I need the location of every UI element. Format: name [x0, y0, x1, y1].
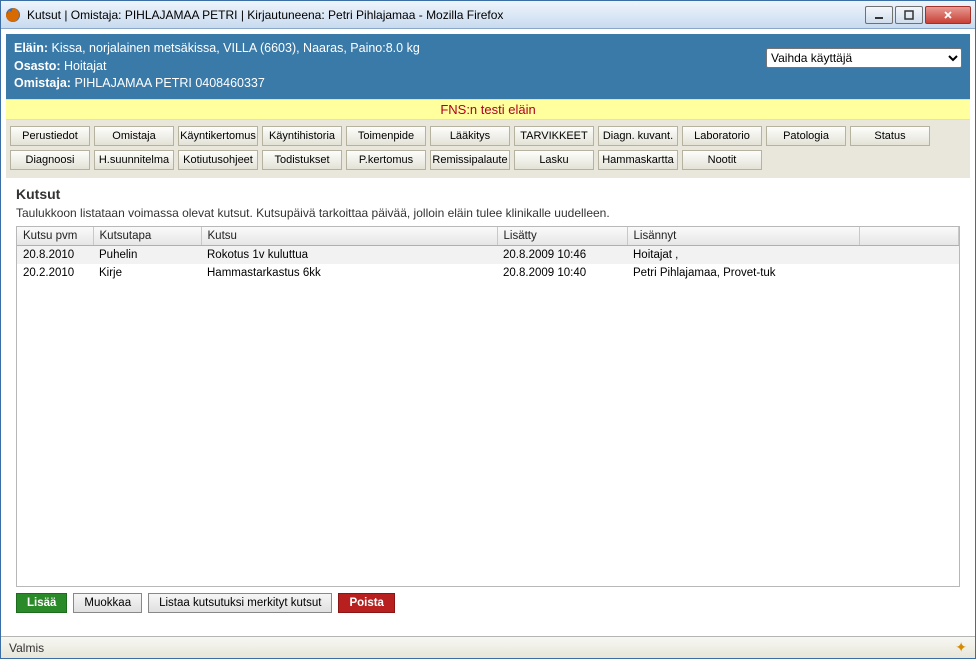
cell-kutsu: Rokotus 1v kuluttua: [201, 245, 497, 264]
nav-hsuunnitelma[interactable]: H.suunnitelma: [94, 150, 174, 170]
warning-banner: FNS:n testi eläin: [6, 99, 970, 120]
nav-row-2: Diagnoosi H.suunnitelma Kotiutusohjeet T…: [10, 150, 966, 170]
table-row[interactable]: 20.2.2010 Kirje Hammastarkastus 6kk 20.8…: [17, 264, 959, 282]
animal-value: Kissa, norjalainen metsäkissa, VILLA (66…: [52, 41, 420, 55]
page-title: Kutsut: [16, 186, 960, 202]
cell-tapa: Puhelin: [93, 245, 201, 264]
cell-pvm: 20.2.2010: [17, 264, 93, 282]
firefox-icon: [5, 7, 21, 23]
owner-value: PIHLAJAMAA PETRI 0408460337: [74, 76, 264, 90]
kutsut-table: Kutsu pvm Kutsutapa Kutsu Lisätty Lisänn…: [17, 227, 959, 282]
nav-tarvikkeet[interactable]: TARVIKKEET: [514, 126, 594, 146]
nav-area: Perustiedot Omistaja Käyntikertomus Käyn…: [6, 120, 970, 178]
dept-label: Osasto:: [14, 59, 61, 73]
cell-pvm: 20.8.2010: [17, 245, 93, 264]
nav-pkertomus[interactable]: P.kertomus: [346, 150, 426, 170]
status-text: Valmis: [9, 641, 44, 655]
user-switch: Vaihda käyttäjä: [766, 48, 962, 68]
animal-label: Eläin:: [14, 41, 48, 55]
col-kutsutapa[interactable]: Kutsutapa: [93, 227, 201, 246]
nav-todistukset[interactable]: Todistukset: [262, 150, 342, 170]
delete-button[interactable]: Poista: [338, 593, 395, 613]
nav-omistaja[interactable]: Omistaja: [94, 126, 174, 146]
cell-lisannyt: Petri Pihlajamaa, Provet-tuk: [627, 264, 859, 282]
col-lisatty[interactable]: Lisätty: [497, 227, 627, 246]
nav-kotiutusohjeet[interactable]: Kotiutusohjeet: [178, 150, 258, 170]
close-button[interactable]: [925, 6, 971, 24]
user-switch-select[interactable]: Vaihda käyttäjä: [766, 48, 962, 68]
titlebar: Kutsut | Omistaja: PIHLAJAMAA PETRI | Ki…: [1, 1, 975, 29]
nav-kayntihistoria[interactable]: Käyntihistoria: [262, 126, 342, 146]
content-area: Eläin: Kissa, norjalainen metsäkissa, VI…: [3, 31, 973, 634]
cell-lisatty: 20.8.2009 10:40: [497, 264, 627, 282]
maximize-button[interactable]: [895, 6, 923, 24]
col-empty[interactable]: [859, 227, 959, 246]
table-container: Kutsu pvm Kutsutapa Kutsu Lisätty Lisänn…: [16, 226, 960, 588]
col-kutsu[interactable]: Kutsu: [201, 227, 497, 246]
nav-diagn-kuvant[interactable]: Diagn. kuvant.: [598, 126, 678, 146]
star-icon[interactable]: ✦: [955, 639, 967, 656]
add-button[interactable]: Lisää: [16, 593, 67, 613]
patient-header: Eläin: Kissa, norjalainen metsäkissa, VI…: [6, 34, 970, 99]
main-area: Kutsut Taulukkoon listataan voimassa ole…: [6, 178, 970, 632]
nav-perustiedot[interactable]: Perustiedot: [10, 126, 90, 146]
cell-empty: [859, 245, 959, 264]
cell-tapa: Kirje: [93, 264, 201, 282]
dept-value: Hoitajat: [64, 59, 106, 73]
cell-lisannyt: Hoitajat ,: [627, 245, 859, 264]
nav-laboratorio[interactable]: Laboratorio: [682, 126, 762, 146]
page-desc: Taulukkoon listataan voimassa olevat kut…: [16, 206, 960, 220]
nav-patologia[interactable]: Patologia: [766, 126, 846, 146]
nav-remissipalaute[interactable]: Remissipalaute: [430, 150, 510, 170]
statusbar: Valmis ✦: [1, 636, 975, 658]
cell-lisatty: 20.8.2009 10:46: [497, 245, 627, 264]
minimize-button[interactable]: [865, 6, 893, 24]
nav-diagnoosi[interactable]: Diagnoosi: [10, 150, 90, 170]
action-row: Lisää Muokkaa Listaa kutsutuksi merkityt…: [16, 587, 960, 623]
cell-empty: [859, 264, 959, 282]
browser-window: Kutsut | Omistaja: PIHLAJAMAA PETRI | Ki…: [0, 0, 976, 659]
window-controls: [865, 6, 971, 24]
cell-kutsu: Hammastarkastus 6kk: [201, 264, 497, 282]
nav-status[interactable]: Status: [850, 126, 930, 146]
nav-nootit[interactable]: Nootit: [682, 150, 762, 170]
owner-label: Omistaja:: [14, 76, 71, 90]
nav-toimenpide[interactable]: Toimenpide: [346, 126, 426, 146]
nav-hammaskartta[interactable]: Hammaskartta: [598, 150, 678, 170]
table-header-row: Kutsu pvm Kutsutapa Kutsu Lisätty Lisänn…: [17, 227, 959, 246]
table-row[interactable]: 20.8.2010 Puhelin Rokotus 1v kuluttua 20…: [17, 245, 959, 264]
col-kutsu-pvm[interactable]: Kutsu pvm: [17, 227, 93, 246]
nav-kayntikertomus[interactable]: Käyntikertomus: [178, 126, 258, 146]
col-lisannyt[interactable]: Lisännyt: [627, 227, 859, 246]
window-title: Kutsut | Omistaja: PIHLAJAMAA PETRI | Ki…: [27, 8, 865, 22]
nav-row-1: Perustiedot Omistaja Käyntikertomus Käyn…: [10, 126, 966, 146]
nav-lasku[interactable]: Lasku: [514, 150, 594, 170]
list-marked-button[interactable]: Listaa kutsutuksi merkityt kutsut: [148, 593, 332, 613]
edit-button[interactable]: Muokkaa: [73, 593, 142, 613]
nav-laakitys[interactable]: Lääkitys: [430, 126, 510, 146]
